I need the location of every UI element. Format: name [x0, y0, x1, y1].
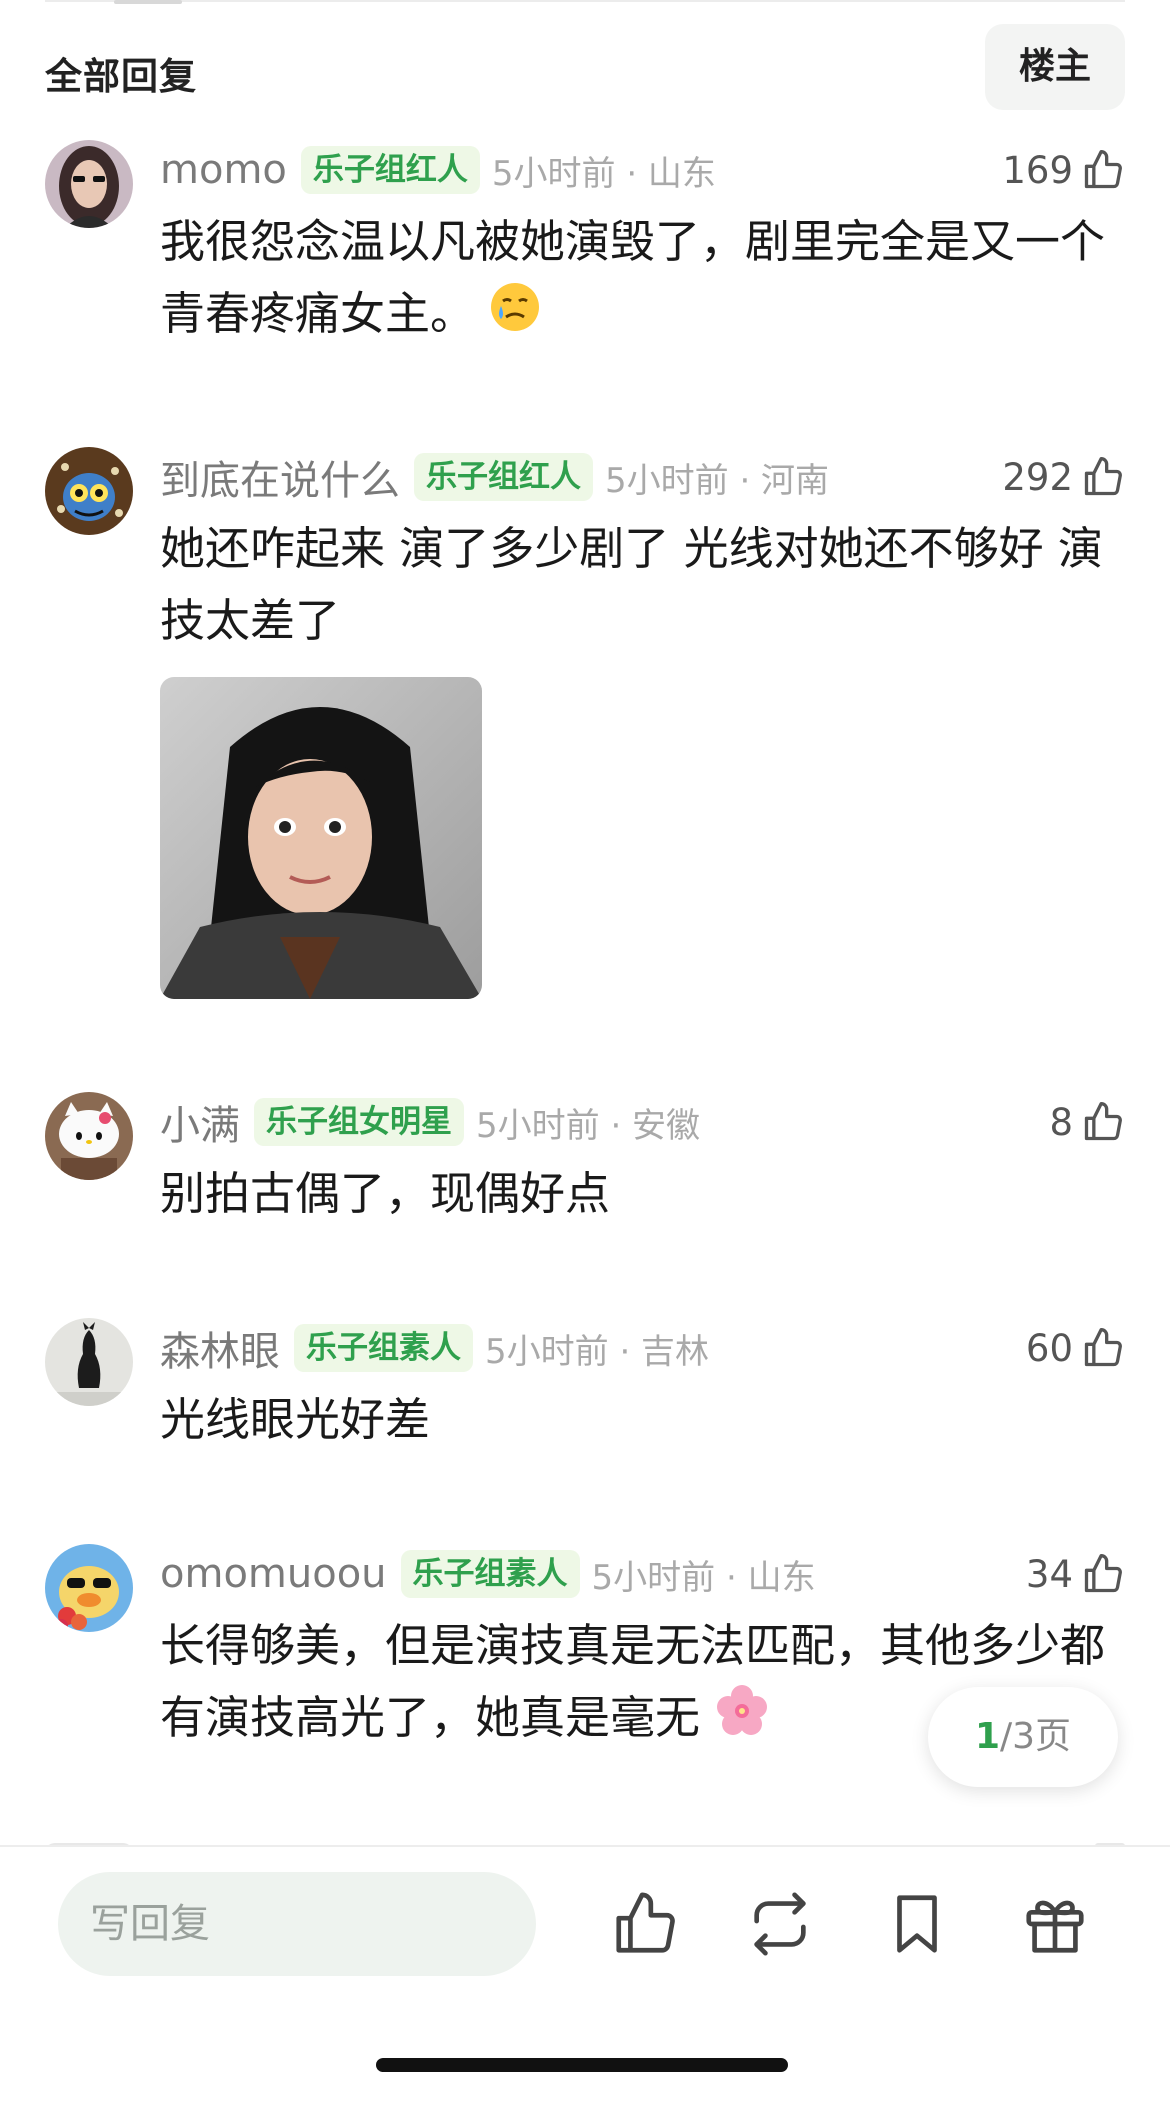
comment-meta: 小满 乐子组女明星 5小时前 · 安徽 [160, 1092, 700, 1152]
user-badge: 乐子组红人 [414, 453, 593, 501]
like-control[interactable]: 8 [1049, 1092, 1125, 1152]
user-badge: 乐子组红人 [300, 146, 480, 194]
user-badge: 乐子组女明星 [254, 1098, 464, 1146]
comment-item: 小满 乐子组女明星 5小时前 · 安徽 8 别拍古偶了，现偶好点 [45, 1092, 1125, 1242]
top-divider [45, 0, 1125, 2]
like-count: 8 [1049, 1100, 1073, 1144]
time-location: 5小时前 · 吉林 [485, 1331, 710, 1372]
thumbs-up-icon[interactable] [1081, 1326, 1125, 1370]
like-count: 169 [1002, 148, 1073, 192]
user-badge: 乐子组素人 [400, 1550, 580, 1598]
all-replies-title: 全部回复 [45, 55, 197, 98]
thumbs-up-icon[interactable] [1081, 1552, 1125, 1596]
comment-meta: omomuoou 乐子组素人 5小时前 · 山东 [160, 1544, 816, 1604]
time-location: 5小时前 · 河南 [605, 460, 830, 501]
crying-smile-emoji [489, 281, 541, 354]
page-total: /3页 [1000, 1716, 1072, 1757]
bottom-action-bar [0, 1845, 1170, 2109]
like-count: 60 [1025, 1326, 1073, 1370]
time-location: 5小时前 · 山东 [491, 153, 716, 194]
comment-text: 她还咋起来 演了多少剧了 光线对她还不够好 演技太差了 [160, 522, 1103, 647]
gift-icon[interactable] [1020, 1889, 1090, 1959]
avatar[interactable] [45, 140, 133, 228]
like-control[interactable]: 60 [1026, 1318, 1125, 1378]
comment-meta: 森林眼 乐子组素人 5小时前 · 吉林 [160, 1318, 709, 1378]
like-control[interactable]: 292 [1002, 447, 1125, 507]
bookmark-icon[interactable] [882, 1889, 952, 1959]
thumbs-up-icon[interactable] [1081, 148, 1125, 192]
thumbs-up-icon[interactable] [1081, 1100, 1125, 1144]
reply-input[interactable] [58, 1872, 536, 1976]
comment-item: 森林眼 乐子组素人 5小时前 · 吉林 60 光线眼光好差 [45, 1318, 1125, 1468]
username[interactable]: omomuoou [160, 1551, 387, 1597]
comment-item: 到底在说什么 乐子组红人 5小时前 · 河南 292 她还咋起来 演了多少剧了 … [45, 447, 1125, 1007]
comment-item: momo 乐子组红人 5小时前 · 山东 169 我很怨念温以凡被她演毁了，剧里… [45, 140, 1125, 370]
username[interactable]: 小满 [160, 1093, 240, 1151]
page-current: 1 [974, 1716, 1000, 1757]
avatar[interactable] [45, 1318, 133, 1406]
username[interactable]: momo [160, 147, 287, 193]
like-control[interactable]: 34 [1026, 1544, 1125, 1604]
avatar[interactable] [45, 1092, 133, 1180]
tab-indicator [114, 0, 182, 4]
comment-text: 我很怨念温以凡被她演毁了，剧里完全是又一个青春疼痛女主。 [160, 206, 1110, 354]
comment-meta: 到底在说什么 乐子组红人 5小时前 · 河南 [160, 447, 829, 507]
page-indicator[interactable]: 1/3页 [928, 1687, 1118, 1787]
cherry-blossom-emoji [714, 1683, 770, 1760]
comment-body: 我很怨念温以凡被她演毁了，剧里完全是又一个青春疼痛女主。 [160, 215, 1106, 340]
home-indicator [376, 2058, 788, 2072]
replies-header: 全部回复 楼主 [45, 20, 1125, 110]
avatar[interactable] [45, 1544, 133, 1632]
comment-meta: momo 乐子组红人 5小时前 · 山东 [160, 140, 716, 200]
comment-image[interactable] [160, 677, 482, 999]
avatar[interactable] [45, 447, 133, 535]
username[interactable]: 森林眼 [160, 1319, 280, 1377]
username[interactable]: 到底在说什么 [160, 448, 400, 506]
thumbs-up-icon[interactable] [1081, 455, 1125, 499]
time-location: 5小时前 · 山东 [591, 1557, 816, 1598]
thumbs-up-icon[interactable] [610, 1889, 680, 1959]
repost-icon[interactable] [745, 1889, 815, 1959]
like-count: 292 [1002, 455, 1073, 499]
user-badge: 乐子组素人 [294, 1324, 473, 1372]
like-control[interactable]: 169 [1002, 140, 1125, 200]
time-location: 5小时前 · 安徽 [476, 1105, 701, 1146]
comment-text: 别拍古偶了，现偶好点 [160, 1167, 611, 1220]
comment-text: 光线眼光好差 [160, 1393, 431, 1446]
op-only-filter-button[interactable]: 楼主 [985, 24, 1125, 110]
like-count: 34 [1025, 1552, 1073, 1596]
